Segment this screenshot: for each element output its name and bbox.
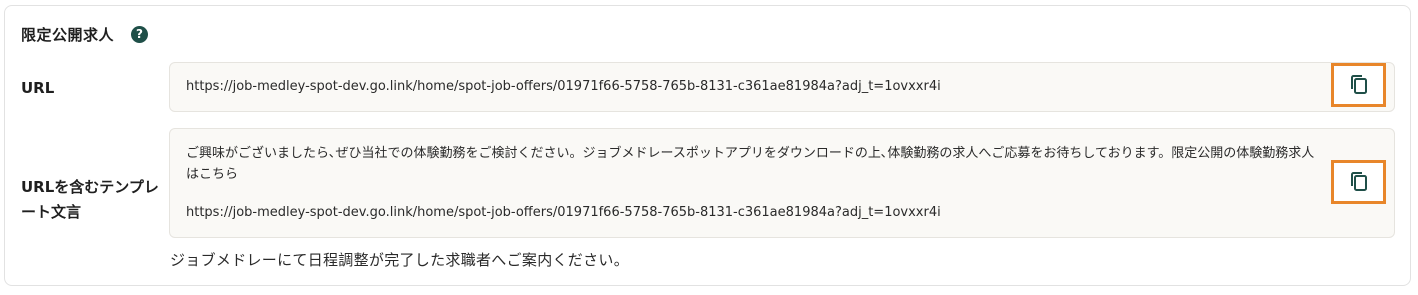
- section-title: 限定公開求人: [21, 26, 115, 44]
- template-field: ご興味がございましたら､ぜひ当社での体験勤務をご検討ください。ジョブメドレースポ…: [169, 128, 1395, 238]
- copy-icon: [1350, 75, 1367, 94]
- template-label: URLを含むテンプレート文言: [21, 178, 159, 221]
- template-link: https://job-medley-spot-dev.go.link/home…: [186, 205, 941, 220]
- url-label: URL: [21, 79, 55, 97]
- template-body: ご興味がございましたら､ぜひ当社での体験勤務をご検討ください。ジョブメドレースポ…: [186, 146, 1315, 182]
- url-field: https://job-medley-spot-dev.go.link/home…: [169, 62, 1395, 112]
- help-icon[interactable]: ?: [131, 26, 148, 43]
- copy-url-button[interactable]: [1331, 63, 1386, 107]
- url-value: https://job-medley-spot-dev.go.link/home…: [186, 79, 941, 94]
- copy-icon: [1350, 172, 1367, 191]
- copy-template-button[interactable]: [1331, 160, 1386, 204]
- hint-text: ジョブメドレーにて日程調整が完了した求職者へご案内ください。: [170, 251, 630, 269]
